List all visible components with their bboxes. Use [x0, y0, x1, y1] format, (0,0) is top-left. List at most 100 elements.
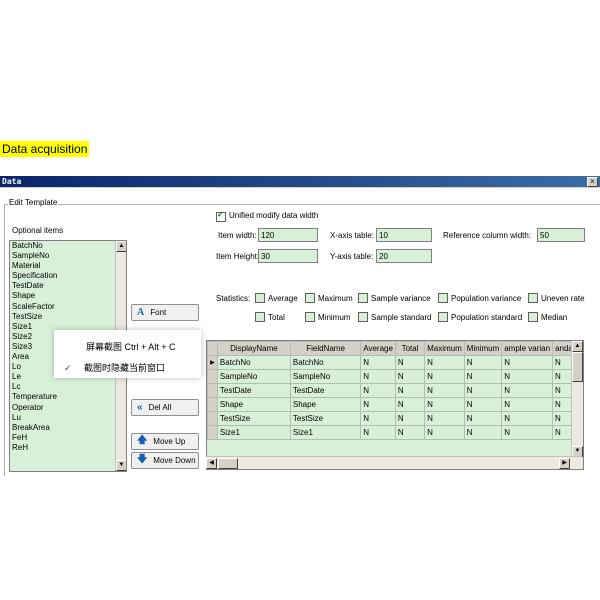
stat-sample-variance-checkbox[interactable]: [358, 293, 368, 303]
list-item[interactable]: BatchNo: [10, 241, 126, 251]
table-cell[interactable]: N: [501, 369, 554, 384]
table-cell[interactable]: N: [424, 411, 465, 426]
table-cell[interactable]: N: [360, 369, 396, 384]
table-cell[interactable]: N: [360, 355, 396, 370]
list-item[interactable]: Lu: [10, 413, 126, 423]
table-cell[interactable]: N: [360, 425, 396, 440]
table-cell[interactable]: N: [501, 383, 554, 398]
table-cell[interactable]: N: [424, 369, 465, 384]
table-cell[interactable]: N: [463, 397, 503, 412]
grid-scroll-thumb[interactable]: [572, 352, 583, 382]
table-cell[interactable]: N: [360, 397, 396, 412]
del-all-button[interactable]: « Del All: [131, 399, 199, 416]
column-header[interactable]: Average: [360, 341, 396, 356]
table-row[interactable]: TestSize TestSize N N N N N N: [207, 411, 583, 426]
list-item[interactable]: TestDate: [10, 281, 126, 291]
menu-item-screenshot[interactable]: 屏幕截图 Ctrl + Alt + C: [54, 337, 201, 357]
stat-minimum-checkbox[interactable]: [305, 312, 315, 322]
table-cell[interactable]: N: [424, 397, 465, 412]
list-item[interactable]: Operator: [10, 403, 126, 413]
grid-scroll-up-icon[interactable]: ▲: [572, 341, 583, 352]
row-indicator[interactable]: [207, 425, 218, 440]
table-cell[interactable]: TestSize: [289, 411, 362, 426]
table-cell[interactable]: N: [463, 355, 503, 370]
table-cell[interactable]: SampleNo: [216, 369, 291, 384]
table-cell[interactable]: N: [394, 369, 426, 384]
table-cell[interactable]: N: [424, 425, 465, 440]
menu-item-hide-window[interactable]: ✓ 截图时隐藏当前窗口: [54, 358, 201, 378]
row-indicator[interactable]: [207, 397, 218, 412]
table-cell[interactable]: N: [394, 425, 426, 440]
item-width-field[interactable]: 120: [258, 228, 318, 242]
row-indicator[interactable]: [207, 383, 218, 398]
table-cell[interactable]: N: [360, 383, 396, 398]
table-cell[interactable]: N: [394, 383, 426, 398]
unified-width-checkbox[interactable]: [216, 210, 226, 222]
reference-width-field[interactable]: 50: [537, 228, 585, 242]
column-header[interactable]: FieldName: [289, 341, 362, 356]
scroll-down-icon[interactable]: ▼: [116, 460, 126, 471]
table-cell[interactable]: Size1: [289, 425, 362, 440]
row-indicator[interactable]: [207, 411, 218, 426]
grid-hscroll-thumb[interactable]: [218, 458, 238, 469]
table-row[interactable]: ▶ BatchNo BatchNo N N N N N N: [207, 355, 583, 370]
stat-average-checkbox[interactable]: [255, 293, 265, 303]
table-cell[interactable]: N: [394, 355, 426, 370]
table-cell[interactable]: N: [424, 355, 465, 370]
current-row-icon[interactable]: ▶: [207, 355, 218, 370]
template-grid[interactable]: DisplayName FieldName Average Total Maxi…: [206, 340, 584, 470]
table-cell[interactable]: N: [501, 355, 554, 370]
list-item[interactable]: Specification: [10, 271, 126, 281]
font-button[interactable]: A Font: [131, 304, 199, 321]
table-cell[interactable]: Shape: [216, 397, 291, 412]
stat-population-variance-checkbox[interactable]: [438, 293, 448, 303]
table-cell[interactable]: N: [463, 383, 503, 398]
grid-hscrollbar[interactable]: ◀ ▶: [206, 456, 582, 469]
list-item[interactable]: Material: [10, 261, 126, 271]
grid-scroll-right-icon[interactable]: ▶: [559, 458, 570, 469]
xaxis-field[interactable]: 10: [376, 228, 432, 242]
table-row[interactable]: SampleNo SampleNo N N N N N N: [207, 369, 583, 384]
table-cell[interactable]: N: [463, 369, 503, 384]
close-icon[interactable]: ×: [587, 177, 598, 187]
list-item[interactable]: Shape: [10, 291, 126, 301]
table-cell[interactable]: N: [501, 425, 554, 440]
table-cell[interactable]: N: [463, 425, 503, 440]
list-item[interactable]: SampleNo: [10, 251, 126, 261]
column-header[interactable]: ample varian: [501, 341, 554, 356]
list-item[interactable]: ReH: [10, 443, 126, 453]
list-item[interactable]: BreakArea: [10, 423, 126, 433]
table-cell[interactable]: TestDate: [289, 383, 362, 398]
stat-sample-standard-checkbox[interactable]: [358, 312, 368, 322]
column-header[interactable]: DisplayName: [216, 341, 291, 356]
table-cell[interactable]: N: [394, 397, 426, 412]
grid-scroll-left-icon[interactable]: ◀: [206, 458, 217, 469]
move-up-button[interactable]: 🡅 Move Up: [131, 433, 199, 450]
table-cell[interactable]: Size1: [216, 425, 291, 440]
table-cell[interactable]: N: [501, 411, 554, 426]
table-cell[interactable]: BatchNo: [216, 355, 291, 370]
table-row[interactable]: TestDate TestDate N N N N N N: [207, 383, 583, 398]
item-height-field[interactable]: 30: [258, 249, 318, 263]
stat-total-checkbox[interactable]: [255, 312, 265, 322]
table-cell[interactable]: TestDate: [216, 383, 291, 398]
list-item[interactable]: FeH: [10, 433, 126, 443]
grid-vscrollbar[interactable]: ▲ ▼: [571, 341, 583, 457]
table-cell[interactable]: N: [463, 411, 503, 426]
column-header[interactable]: Maximum: [424, 341, 465, 356]
row-indicator[interactable]: [207, 369, 218, 384]
stat-median-checkbox[interactable]: [528, 312, 538, 322]
table-cell[interactable]: Shape: [289, 397, 362, 412]
move-down-button[interactable]: 🡇 Move Down: [131, 452, 199, 469]
table-cell[interactable]: N: [501, 397, 554, 412]
stat-maximum-checkbox[interactable]: [305, 293, 315, 303]
list-item[interactable]: ScaleFactor: [10, 302, 126, 312]
table-row[interactable]: Size1 Size1 N N N N N N: [207, 425, 583, 440]
table-cell[interactable]: N: [394, 411, 426, 426]
table-cell[interactable]: N: [360, 411, 396, 426]
table-cell[interactable]: SampleNo: [289, 369, 362, 384]
scroll-up-icon[interactable]: ▲: [116, 241, 126, 252]
list-item[interactable]: Temperature: [10, 392, 126, 402]
stat-uneven-rate-checkbox[interactable]: [528, 293, 538, 303]
list-item[interactable]: Lc: [10, 382, 126, 392]
